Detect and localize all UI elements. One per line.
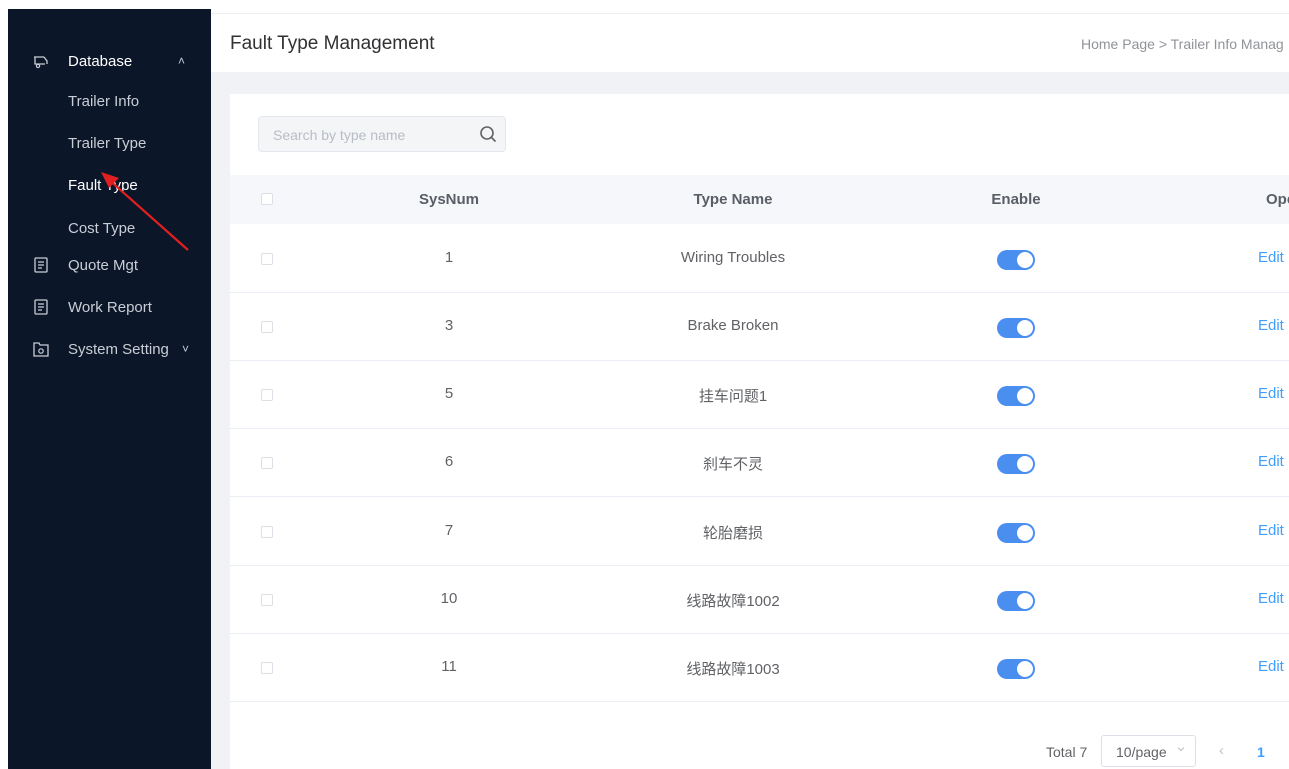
trailer-icon: [34, 56, 48, 69]
toggle-knob: [1017, 593, 1033, 609]
table-row: 11 线路故障1003 Edit: [230, 634, 1289, 702]
cell-sysnum: 10: [440, 590, 458, 607]
enable-toggle[interactable]: [997, 591, 1035, 611]
col-operation-header: Ope: [1266, 191, 1289, 208]
sidebar: Database ˄ Trailer Info Trailer Type Fau…: [8, 9, 211, 769]
row-checkbox[interactable]: [261, 457, 273, 469]
page-number-current[interactable]: 1: [1257, 744, 1265, 760]
page-size-select[interactable]: 10/page: [1101, 735, 1196, 767]
search-box[interactable]: [258, 116, 506, 153]
row-checkbox[interactable]: [261, 253, 273, 265]
table-header: SysNum Type Name Enable Ope: [230, 175, 1289, 224]
edit-link[interactable]: Edit: [1258, 590, 1284, 607]
cell-type-name: 线路故障1002: [686, 593, 780, 610]
enable-toggle[interactable]: [997, 523, 1035, 543]
table-row: 3 Brake Broken Edit: [230, 293, 1289, 361]
annotation-arrow-icon: [101, 172, 189, 251]
table-row: 10 线路故障1002 Edit: [230, 566, 1289, 634]
submenu-trailer-info[interactable]: Trailer Info: [8, 83, 211, 123]
pagination-total: Total 7: [1046, 744, 1088, 760]
cell-type-name: 轮胎磨损: [702, 525, 764, 542]
submenu-trailer-type-label: Trailer Type: [68, 135, 147, 152]
document-icon: [34, 257, 48, 273]
cell-sysnum: 6: [444, 453, 454, 470]
enable-toggle[interactable]: [997, 250, 1035, 270]
prev-page-icon[interactable]: ‹: [1219, 742, 1224, 759]
toggle-knob: [1017, 525, 1033, 541]
menu-work-report-label: Work Report: [68, 298, 152, 316]
menu-system-setting[interactable]: System Setting ˅: [8, 329, 211, 369]
table-row: 7 轮胎磨损 Edit: [230, 498, 1289, 566]
row-checkbox[interactable]: [261, 594, 273, 606]
enable-toggle[interactable]: [997, 454, 1035, 474]
cell-sysnum: 5: [444, 385, 454, 402]
enable-toggle[interactable]: [997, 318, 1035, 338]
search-input[interactable]: [271, 117, 475, 153]
toggle-knob: [1017, 661, 1033, 677]
page-title: Fault Type Management: [230, 33, 435, 54]
chevron-down-icon: [1177, 747, 1185, 752]
cell-type-name: 挂车问题1: [698, 388, 768, 405]
chevron-up-icon: ˄: [178, 54, 186, 68]
row-checkbox[interactable]: [261, 526, 273, 538]
edit-link[interactable]: Edit: [1258, 249, 1284, 266]
menu-system-setting-label: System Setting: [68, 340, 169, 358]
menu-database-label: Database: [68, 52, 133, 70]
header-divider: [211, 13, 1289, 14]
edit-link[interactable]: Edit: [1258, 317, 1284, 334]
col-type-name-header: Type Name: [693, 191, 773, 208]
cell-type-name: 刹车不灵: [702, 456, 764, 473]
enable-toggle[interactable]: [997, 386, 1035, 406]
row-checkbox[interactable]: [261, 389, 273, 401]
search-icon[interactable]: [479, 125, 497, 143]
row-checkbox[interactable]: [261, 662, 273, 674]
table-row: 1 Wiring Troubles Edit: [230, 225, 1289, 293]
menu-work-report[interactable]: Work Report: [8, 287, 211, 327]
chevron-down-icon: ˅: [182, 342, 190, 356]
col-sysnum-header: SysNum: [418, 191, 480, 208]
cell-type-name: 线路故障1003: [686, 661, 780, 678]
settings-folder-icon: [33, 342, 49, 357]
edit-link[interactable]: Edit: [1258, 453, 1284, 470]
edit-link[interactable]: Edit: [1258, 522, 1284, 539]
col-enable-header: Enable: [991, 191, 1041, 208]
toggle-knob: [1017, 252, 1033, 268]
edit-link[interactable]: Edit: [1258, 385, 1284, 402]
cell-type-name: Brake Broken: [687, 317, 779, 334]
submenu-trailer-info-label: Trailer Info: [68, 93, 140, 110]
row-checkbox[interactable]: [261, 321, 273, 333]
cell-sysnum: 7: [444, 522, 454, 539]
select-all-checkbox[interactable]: [261, 193, 273, 205]
document-icon: [34, 299, 48, 315]
submenu-trailer-type[interactable]: Trailer Type: [8, 125, 211, 165]
edit-link[interactable]: Edit: [1258, 658, 1284, 675]
toggle-knob: [1017, 320, 1033, 336]
menu-database[interactable]: Database ˄: [8, 41, 211, 81]
toggle-knob: [1017, 456, 1033, 472]
menu-quote-mgt-label: Quote Mgt: [68, 256, 139, 274]
breadcrumb[interactable]: Home Page > Trailer Info Manag: [1081, 36, 1289, 52]
cell-sysnum: 3: [444, 317, 454, 334]
enable-toggle[interactable]: [997, 659, 1035, 679]
cell-type-name: Wiring Troubles: [680, 249, 786, 266]
toggle-knob: [1017, 388, 1033, 404]
page-size-value: 10/page: [1116, 744, 1167, 760]
cell-sysnum: 1: [444, 249, 454, 266]
table-row: 5 挂车问题1 Edit: [230, 361, 1289, 429]
table-row: 6 刹车不灵 Edit: [230, 429, 1289, 497]
cell-sysnum: 11: [441, 658, 457, 675]
